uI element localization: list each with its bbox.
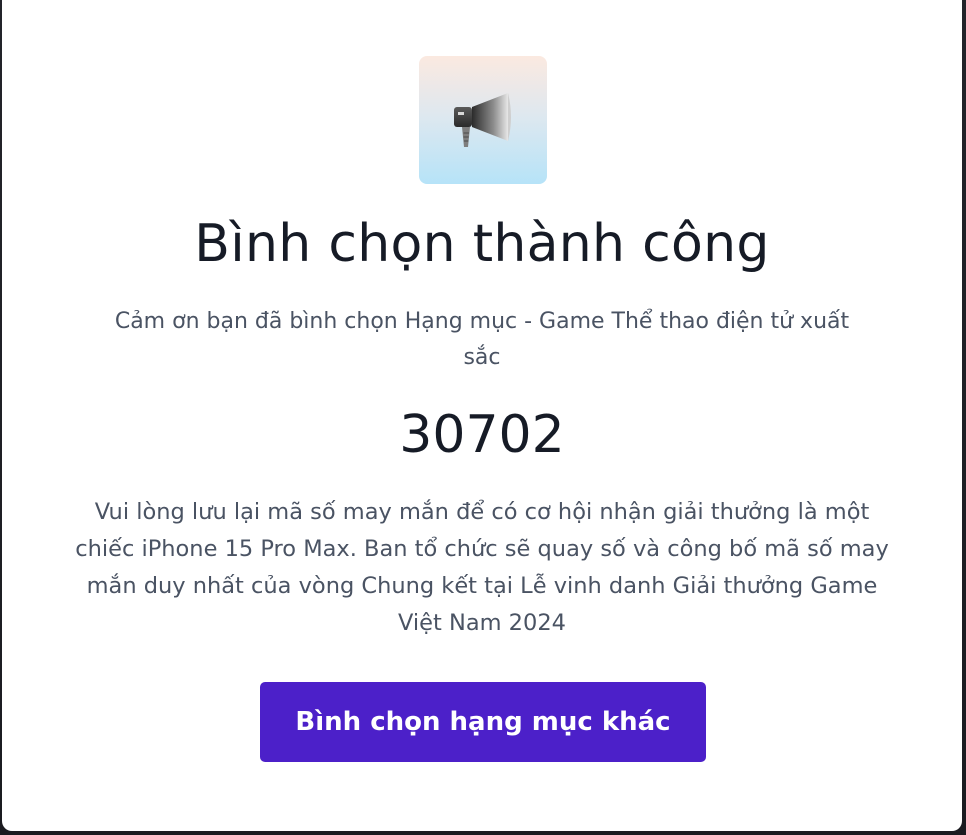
megaphone-icon: [454, 93, 511, 147]
modal-description: Vui lòng lưu lại mã số may mắn để có cơ …: [75, 499, 889, 636]
modal-title: Bình chọn thành công: [194, 214, 770, 274]
modal-subtitle: Cảm ơn bạn đã bình chọn Hạng mục - Game …: [114, 309, 850, 370]
lucky-code: 30702: [399, 405, 565, 465]
megaphone-icon-tile: [419, 56, 547, 184]
vote-other-category-button[interactable]: Bình chọn hạng mục khác: [260, 682, 706, 762]
vote-success-modal: Bình chọn thành công Cảm ơn bạn đã bình …: [2, 0, 962, 831]
